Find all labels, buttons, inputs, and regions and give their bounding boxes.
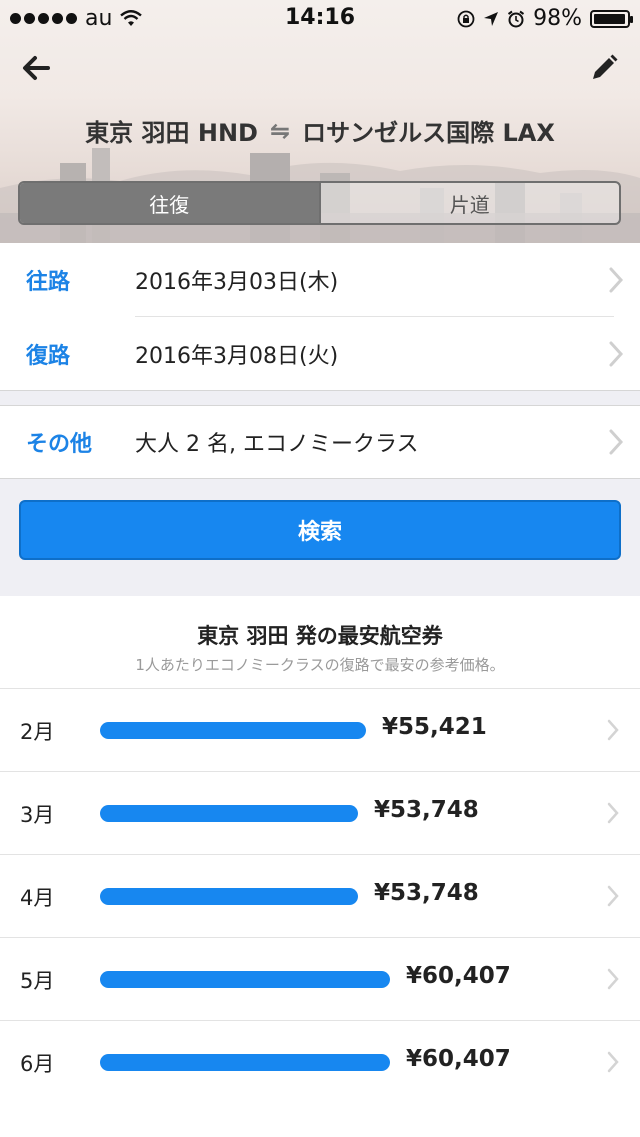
return-label: 復路 (26, 344, 71, 369)
return-date-row[interactable]: 復路 2016年3月08日(火) (0, 317, 640, 391)
outbound-date-row[interactable]: 往路 2016年3月03日(木) (0, 243, 640, 317)
arrow-left-icon (23, 56, 50, 80)
price-row[interactable]: 5月 ¥60,407 (0, 937, 640, 1020)
other-label: その他 (26, 432, 93, 457)
one-way-tab[interactable]: 片道 (318, 183, 620, 223)
month-label: 6月 (20, 1052, 55, 1076)
price-value: ¥53,748 (374, 797, 479, 823)
price-row[interactable]: 3月 ¥53,748 (0, 771, 640, 854)
chevron-right-icon (609, 341, 624, 367)
alarm-icon (508, 10, 525, 27)
search-button[interactable]: 検索 (19, 500, 621, 560)
month-label: 2月 (20, 720, 55, 744)
price-bar (100, 888, 358, 905)
outbound-date-value: 2016年3月03日(木) (135, 270, 339, 295)
battery-level (594, 13, 626, 24)
section-subtitle: 1人あたりエコノミークラスの復路で最安の参考価格。 (135, 656, 505, 674)
status-bar: au 14:16 98% (0, 0, 640, 36)
price-row[interactable]: 6月 ¥60,407 (0, 1020, 640, 1103)
chevron-right-icon (607, 885, 619, 907)
monthly-price-list: 2月 ¥55,421 3月 ¥53,748 4月 ¥53,748 5月 ¥60,407 6月 ¥6… (0, 688, 640, 1103)
edit-button[interactable] (582, 46, 626, 90)
price-bar (100, 1054, 390, 1071)
price-bar (100, 722, 366, 739)
passengers-class-value: 大人 2 名, エコノミークラス (135, 432, 419, 457)
price-row[interactable]: 2月 ¥55,421 (0, 688, 640, 771)
header-hero: au 14:16 98% 東京 羽田 HND ⇋ ロサンゼルス国際 LAX 往復… (0, 0, 640, 243)
origin-airport: 東京 羽田 HND (85, 119, 258, 147)
chevron-right-icon (607, 1051, 619, 1073)
chevron-right-icon (609, 429, 624, 455)
trip-type-segmented-control: 往復 片道 (18, 181, 621, 225)
back-button[interactable] (14, 46, 58, 90)
outbound-label: 往路 (26, 270, 71, 295)
battery-icon (590, 9, 633, 28)
date-cells: 往路 2016年3月03日(木) 復路 2016年3月08日(火) (0, 243, 640, 391)
rotation-lock-icon (457, 10, 475, 27)
chevron-right-icon (607, 802, 619, 824)
section-title: 東京 羽田 発の最安航空券 (197, 624, 443, 648)
price-bar (100, 971, 390, 988)
chevron-right-icon (609, 267, 624, 293)
month-label: 5月 (20, 969, 55, 993)
chevron-right-icon (607, 719, 619, 741)
cheapest-flights-section: 東京 羽田 発の最安航空券 1人あたりエコノミークラスの復路で最安の参考価格。 … (0, 596, 640, 1137)
month-label: 3月 (20, 803, 55, 827)
price-value: ¥60,407 (406, 963, 511, 989)
route-title: 東京 羽田 HND ⇋ ロサンゼルス国際 LAX (0, 113, 640, 148)
battery-percentage: 98% (533, 6, 582, 31)
return-date-value: 2016年3月08日(火) (135, 344, 339, 369)
month-label: 4月 (20, 886, 55, 910)
destination-airport: ロサンゼルス国際 LAX (302, 119, 555, 147)
other-options-row[interactable]: その他 大人 2 名, エコノミークラス (0, 406, 640, 478)
navigation-bar (0, 40, 640, 96)
status-right: 98% (457, 6, 633, 31)
location-arrow-icon (484, 11, 499, 26)
swap-icon[interactable]: ⇋ (270, 117, 290, 145)
passenger-cells: その他 大人 2 名, エコノミークラス (0, 405, 640, 479)
price-row[interactable]: 4月 ¥53,748 (0, 854, 640, 937)
chevron-right-icon (607, 968, 619, 990)
price-value: ¥55,421 (382, 714, 487, 740)
price-value: ¥60,407 (406, 1046, 511, 1072)
round-trip-tab[interactable]: 往復 (20, 183, 319, 223)
price-bar (100, 805, 358, 822)
price-value: ¥53,748 (374, 880, 479, 906)
pencil-icon (593, 54, 618, 79)
